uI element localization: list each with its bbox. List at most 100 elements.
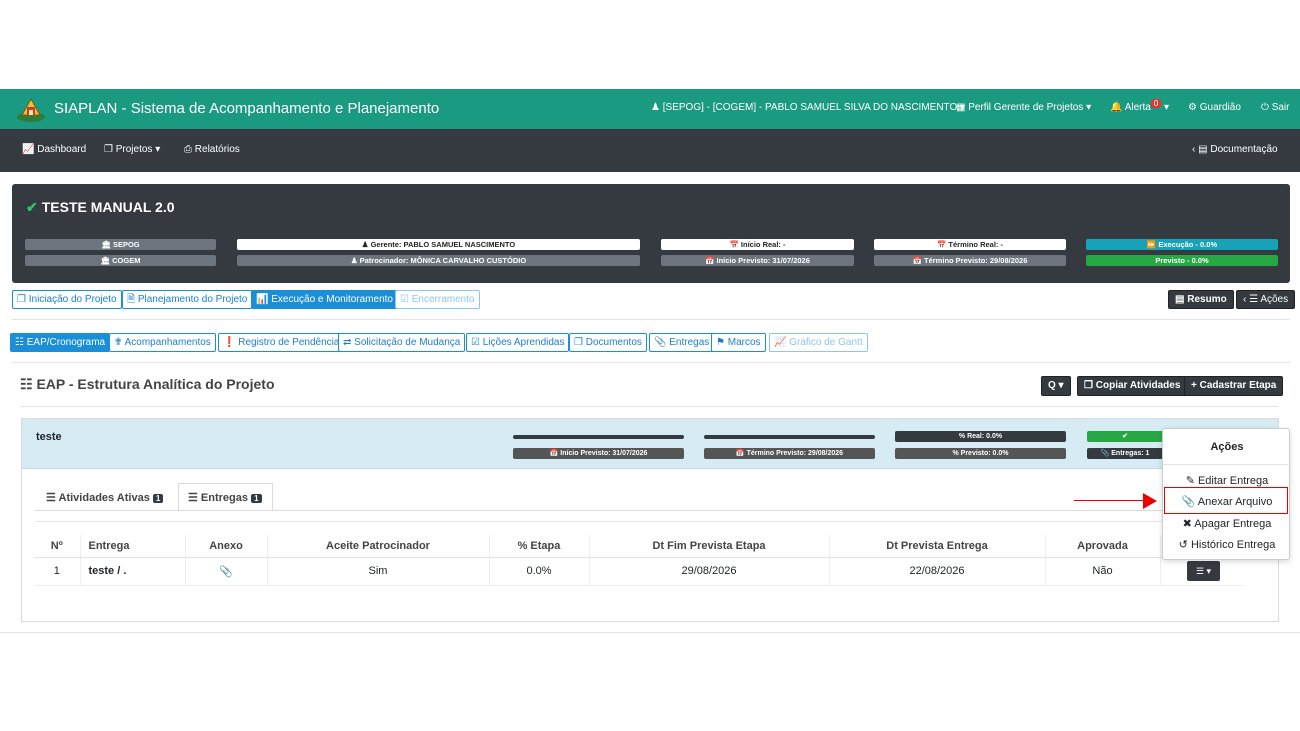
progress-line: [513, 435, 684, 439]
tab-acompanhamentos[interactable]: ✟ Acompanhamentos: [109, 333, 216, 352]
logout-link[interactable]: ⏻ Sair: [1261, 102, 1290, 113]
execucao-pill: ⏩ Execução - 0.0%: [1086, 239, 1278, 250]
resumo-button[interactable]: ▤ Resumo: [1168, 290, 1234, 309]
search-dropdown-button[interactable]: Q ▾: [1041, 376, 1071, 396]
previsto-pill: Previsto - 0.0%: [1086, 255, 1278, 266]
org2-text: COGEM: [112, 256, 141, 265]
nav-relatorios-label: Relatórios: [194, 144, 240, 155]
copy-icon: ❐: [104, 144, 113, 155]
menu-editar-entrega[interactable]: ✎ Editar Entrega: [1163, 474, 1291, 487]
siaplan-logo-icon: [17, 97, 45, 122]
acoes-label: Ações: [1260, 294, 1289, 305]
project-summary: ✔ TESTE MANUAL 2.0 🏛 SEPOG 🏛 COGEM ♟ Gere…: [12, 184, 1290, 283]
tab-execucao[interactable]: 📊 Execução e Monitoramento: [251, 290, 398, 309]
tab-planejamento-label: Planejamento do Projeto: [137, 294, 248, 305]
nav-documentacao[interactable]: ‹ ▤ Documentação: [1192, 144, 1278, 155]
patrocinador-text: Patrocinador: MÔNICA CARVALHO CUSTÓDIO: [359, 256, 527, 265]
table-header-row: Nº Entrega Anexo Aceite Patrocinador % E…: [34, 535, 1245, 558]
divider: [35, 521, 1267, 522]
alert-count-badge: 0: [1150, 99, 1162, 108]
tab-licoes-label: Lições Aprendidas: [482, 337, 565, 348]
sitemap-icon: ☷: [20, 376, 33, 392]
tab-entregas[interactable]: 📎 Entregas: [649, 333, 715, 352]
stage-name[interactable]: teste: [36, 431, 62, 443]
paperclip-icon[interactable]: 📎: [219, 566, 233, 578]
divider: [20, 406, 1278, 407]
atividades-count-badge: 1: [152, 494, 164, 503]
copy-icon: ❐: [574, 337, 583, 348]
previsto-text: Previsto - 0.0%: [1155, 256, 1209, 265]
power-icon: ⏻: [1261, 102, 1269, 113]
nav-dashboard-label: Dashboard: [37, 144, 87, 155]
col-dt-fim: Dt Fim Prevista Etapa: [588, 535, 829, 558]
tab-stage-entregas[interactable]: ☰ Entregas 1: [188, 491, 262, 504]
menu-apagar-entrega[interactable]: ✖ Apagar Entrega: [1163, 517, 1291, 530]
nav-dashboard[interactable]: 📈 Dashboard: [22, 144, 86, 155]
profile-menu[interactable]: ▦ Perfil Gerente de Projetos ▾: [956, 102, 1091, 113]
print-icon: ⎙: [184, 144, 192, 155]
menu-editar-label: Editar Entrega: [1197, 475, 1269, 487]
menu-historico-entrega[interactable]: ↺ Histórico Entrega: [1163, 538, 1291, 551]
tab-mudanca[interactable]: ⇄ Solicitação de Mudança: [338, 333, 466, 352]
highlight-box: [1164, 487, 1288, 514]
check-circle-icon: ✔: [26, 199, 38, 215]
col-entrega: Entrega: [79, 535, 185, 558]
tab-atividades-ativas[interactable]: ☰ Atividades Ativas 1: [46, 491, 164, 504]
chart-line-icon: 📈: [774, 337, 787, 348]
tab-encerramento-label: Encerramento: [411, 294, 475, 305]
cell-dt-entrega: 22/08/2026: [828, 557, 1045, 586]
chart-line-icon: 📈: [22, 144, 35, 155]
cell-entrega[interactable]: teste / .: [79, 557, 185, 586]
exclamation-circle-icon: ❗: [223, 337, 236, 348]
paperclip-icon: 📎: [654, 337, 667, 348]
org1-text: SEPOG: [112, 240, 140, 249]
row-actions-button[interactable]: ☰ ▾: [1187, 561, 1220, 581]
tab-planejamento[interactable]: 🗎 Planejamento do Projeto: [122, 290, 253, 309]
thumbtack-icon: ✟: [114, 337, 123, 348]
acoes-button[interactable]: ‹ ☰ Ações: [1236, 290, 1296, 309]
history-icon: ↺: [1178, 539, 1188, 551]
nav-relatorios[interactable]: ⎙ Relatórios: [184, 144, 240, 155]
inicio-real-pill: 📅 Início Real: -: [661, 239, 854, 250]
eap-title: ☷ EAP - Estrutura Analítica do Projeto: [20, 376, 275, 393]
copiar-label: Copiar Atividades: [1095, 380, 1181, 391]
copy-icon: ❐: [17, 294, 26, 305]
annotation-arrow-line: [1074, 500, 1152, 501]
tab-eap[interactable]: ☷ EAP/Cronograma: [10, 333, 111, 352]
tab-execucao-label: Execução e Monitoramento: [271, 294, 393, 305]
menu-divider: [1163, 464, 1291, 465]
tab-iniciacao-label: Iniciação do Projeto: [28, 294, 117, 305]
col-numero: Nº: [34, 535, 80, 558]
tab-licoes[interactable]: ☑ Lições Aprendidas: [466, 333, 570, 352]
tab-documentos[interactable]: ❐ Documentos: [569, 333, 647, 352]
tab-gantt-label: Gráfico de Gantt: [789, 337, 863, 348]
patrocinador-pill: ♟ Patrocinador: MÔNICA CARVALHO CUSTÓDIO: [237, 255, 640, 266]
inicio-previsto-text: Início Previsto: 31/07/2026: [716, 256, 810, 265]
guardiao-link[interactable]: ⚙ Guardião: [1188, 102, 1241, 113]
copiar-atividades-button[interactable]: ❐ Copiar Atividades: [1077, 376, 1188, 396]
tab-documentos-label: Documentos: [585, 337, 642, 348]
app-title[interactable]: SIAPLAN - Sistema de Acompanhamento e Pl…: [54, 100, 439, 117]
alert-label: Alerta: [1124, 102, 1151, 113]
tab-entregas-label: Entregas: [669, 337, 710, 348]
stage-termino-pill: 📅 Término Previsto: 29/08/2026: [704, 448, 875, 459]
tab-gantt[interactable]: 📈 Gráfico de Gantt: [769, 333, 868, 352]
termino-previsto-pill: 📅 Término Previsto: 29/08/2026: [874, 255, 1066, 266]
tab-encerramento[interactable]: ☑ Encerramento: [395, 290, 480, 309]
menu-title: Ações: [1210, 441, 1244, 453]
tab-iniciacao[interactable]: ❐ Iniciação do Projeto: [12, 290, 122, 309]
cell-anexo: 📎: [184, 557, 267, 586]
col-anexo: Anexo: [184, 535, 267, 558]
nav-projetos[interactable]: ❐ Projetos ▾: [104, 144, 160, 155]
stage-previsto-pill: % Previsto: 0.0%: [895, 448, 1066, 459]
user-name: [SEPOG] - [COGEM] - PABLO SAMUEL SILVA D…: [662, 102, 958, 113]
tab-marcos[interactable]: ⚑ Marcos: [711, 333, 766, 352]
tab-pendencias[interactable]: ❗ Registro de Pendências: [218, 333, 350, 352]
alert-menu[interactable]: 🔔 Alerta 0 ▾: [1110, 99, 1169, 113]
user-menu[interactable]: ♟ [SEPOG] - [COGEM] - PABLO SAMUEL SILVA…: [651, 102, 965, 113]
list-icon: ☰: [1195, 566, 1205, 576]
col-etapa: % Etapa: [488, 535, 589, 558]
cadastrar-etapa-button[interactable]: + Cadastrar Etapa: [1184, 376, 1284, 396]
stage-real-text: % Real: 0.0%: [958, 433, 1003, 440]
table-row: 1 teste / . 📎 Sim 0.0% 29/08/2026 22/08/…: [34, 557, 1245, 586]
